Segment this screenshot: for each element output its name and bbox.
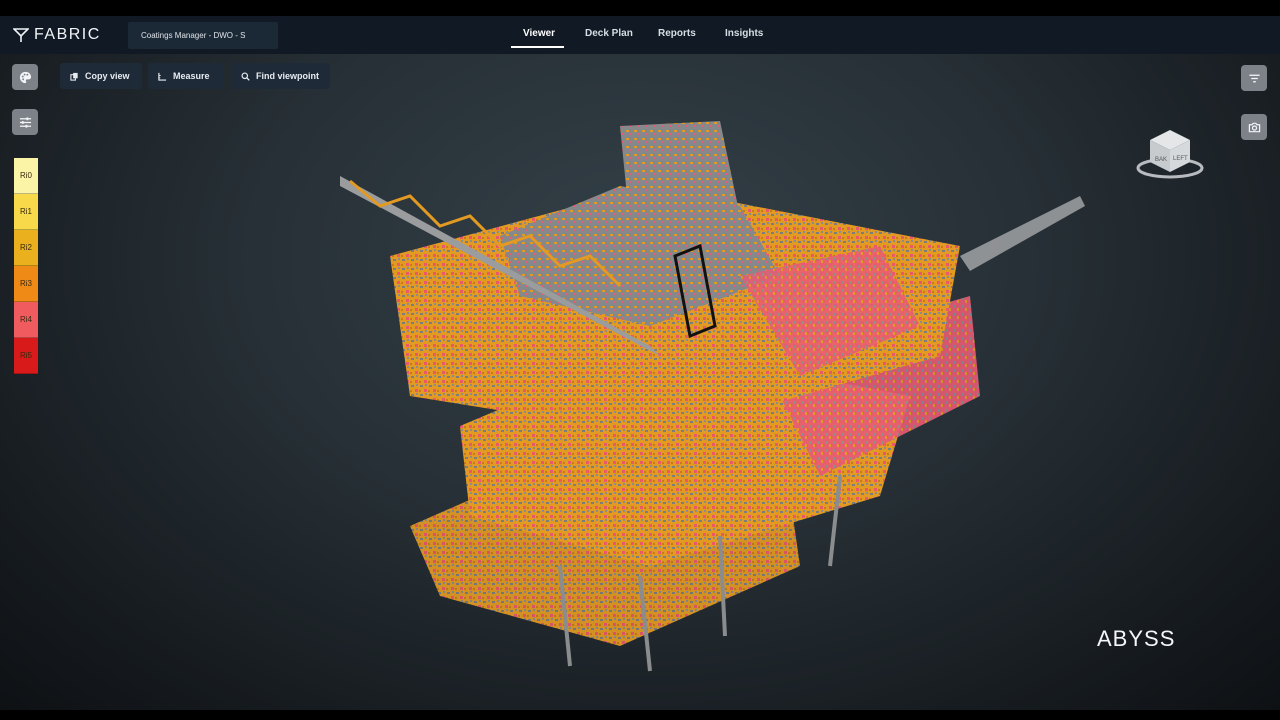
measure-button[interactable]: Measure [148, 63, 223, 89]
viewer-app: FABRIC Coatings Manager - DWO - S Viewer… [0, 16, 1280, 710]
tab-deck-plan[interactable]: Deck Plan [585, 28, 633, 48]
point-cloud-viewport[interactable] [320, 96, 1100, 676]
legend-item[interactable]: Ri3 [14, 266, 38, 302]
camera-icon [1248, 122, 1260, 132]
risk-index-legend: Ri0 Ri1 Ri2 Ri3 Ri4 Ri5 [14, 158, 38, 374]
screenshot-button[interactable] [1241, 114, 1267, 140]
copy-view-button[interactable]: Copy view [60, 63, 142, 89]
legend-item[interactable]: Ri2 [14, 230, 38, 266]
sliders-icon [19, 116, 31, 128]
legend-item[interactable]: Ri4 [14, 302, 38, 338]
legend-item[interactable]: Ri0 [14, 158, 38, 194]
filter-icon [1248, 74, 1260, 82]
settings-sliders-button[interactable] [12, 109, 38, 135]
tab-reports[interactable]: Reports [658, 28, 696, 48]
find-viewpoint-button[interactable]: Find viewpoint [231, 63, 330, 89]
find-viewpoint-label: Find viewpoint [256, 71, 319, 81]
flare-boom [960, 196, 1085, 271]
filter-button[interactable] [1241, 65, 1267, 91]
brand-watermark: ABYSS [1097, 626, 1176, 651]
legend-item[interactable]: Ri1 [14, 194, 38, 230]
palette-icon [19, 71, 31, 83]
letterbox-top [0, 0, 1280, 16]
tab-insights[interactable]: Insights [725, 28, 763, 48]
cube-face-back[interactable]: BAK [1155, 157, 1167, 163]
view-cube[interactable]: BAK LEFT [1128, 116, 1218, 186]
derrick-tower [620, 121, 740, 226]
letterbox-bottom [0, 710, 1280, 720]
active-tab-indicator [511, 46, 564, 48]
legend-item[interactable]: Ri5 [14, 338, 38, 374]
top-bar: FABRIC Coatings Manager - DWO - S Viewer… [0, 16, 1280, 54]
measure-label: Measure [173, 71, 210, 81]
copy-view-label: Copy view [85, 71, 130, 81]
tab-viewer[interactable]: Viewer [523, 28, 555, 48]
main-nav: Viewer Deck Plan Reports Insights [0, 16, 1280, 54]
cube-face-left[interactable]: LEFT [1173, 156, 1188, 162]
ruler-icon [158, 72, 167, 81]
search-viewpoint-icon [241, 71, 250, 81]
palette-button[interactable] [12, 64, 38, 90]
copy-icon [70, 72, 78, 81]
